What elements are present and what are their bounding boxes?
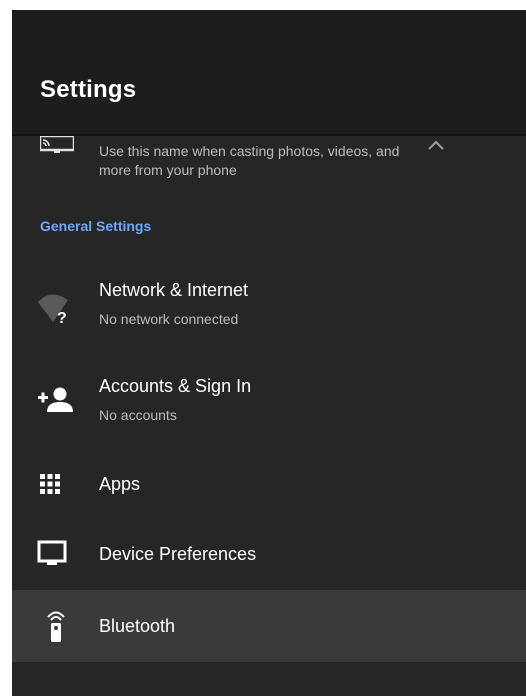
settings-screen: Settings Use this name when casting phot… (12, 10, 526, 696)
accounts-sign-in-item[interactable]: Accounts & Sign In No accounts (12, 364, 526, 450)
device-preferences-title: Device Preferences (99, 544, 257, 564)
network-internet-title: Network & Internet (99, 280, 249, 300)
apps-title: Apps (99, 474, 141, 494)
wifi-unknown-icon: ? (38, 294, 68, 326)
remote-control-icon (47, 611, 65, 642)
page-title: Settings (40, 76, 137, 103)
bluetooth-title: Bluetooth (99, 616, 176, 636)
person-add-icon (38, 387, 73, 412)
network-internet-subtitle: No network connected (99, 311, 239, 327)
header: Settings (12, 10, 526, 134)
apps-grid-icon (40, 474, 60, 494)
network-internet-item[interactable]: ? Network & Internet No network connecte… (12, 268, 526, 354)
svg-text:?: ? (57, 310, 67, 326)
tv-icon (37, 540, 67, 565)
cast-icon (40, 136, 74, 153)
chevron-up-icon[interactable] (426, 138, 446, 152)
bluetooth-item[interactable]: Bluetooth (12, 590, 526, 662)
section-header-general-settings: General Settings (40, 218, 152, 234)
accounts-sign-in-title: Accounts & Sign In (99, 376, 252, 396)
device-name-row[interactable]: Use this name when casting photos, video… (12, 136, 526, 192)
accounts-sign-in-subtitle: No accounts (99, 407, 177, 423)
device-name-description: Use this name when casting photos, video… (99, 143, 400, 178)
apps-item[interactable]: Apps (12, 460, 526, 530)
